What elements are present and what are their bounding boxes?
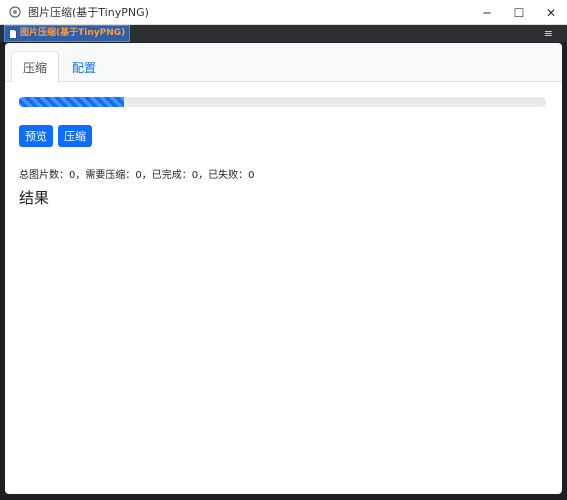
preview-button[interactable]: 预览 <box>19 125 53 147</box>
app-window: 图片压缩(基于TinyPNG) ─ ☐ ✕ 图片压缩(基于TinyPNG) ≡ … <box>0 0 567 500</box>
close-button[interactable]: ✕ <box>535 0 567 25</box>
app-icon <box>8 5 22 19</box>
hamburger-menu-icon[interactable]: ≡ <box>544 26 553 41</box>
window-title: 图片压缩(基于TinyPNG) <box>28 6 149 19</box>
maximize-button[interactable]: ☐ <box>503 0 535 25</box>
nav-tabs: 压缩 配置 <box>5 43 562 83</box>
tool-tab-image-compress[interactable]: 图片压缩(基于TinyPNG) <box>4 24 131 43</box>
results-heading: 结果 <box>19 189 50 207</box>
minimize-button[interactable]: ─ <box>471 0 503 25</box>
tab-config[interactable]: 配置 <box>61 51 107 83</box>
title-bar[interactable]: 图片压缩(基于TinyPNG) ─ ☐ ✕ <box>0 0 567 25</box>
progress-bar <box>19 97 546 107</box>
stats-summary: 总图片数：0，需要压缩：0，已完成：0，已失败：0 <box>19 170 255 181</box>
tab-compress[interactable]: 压缩 <box>11 51 60 83</box>
main-panel: 压缩 配置 预览 压缩 总图片数：0，需要压缩：0，已完成：0，已失败：0 结果 <box>5 43 562 494</box>
tool-strip: 图片压缩(基于TinyPNG) ≡ <box>0 25 567 42</box>
compress-button[interactable]: 压缩 <box>58 125 92 147</box>
progress-fill <box>19 97 125 107</box>
window-controls: ─ ☐ ✕ <box>471 0 567 25</box>
document-icon <box>9 24 17 43</box>
tool-tab-label: 图片压缩(基于TinyPNG) <box>20 28 126 38</box>
